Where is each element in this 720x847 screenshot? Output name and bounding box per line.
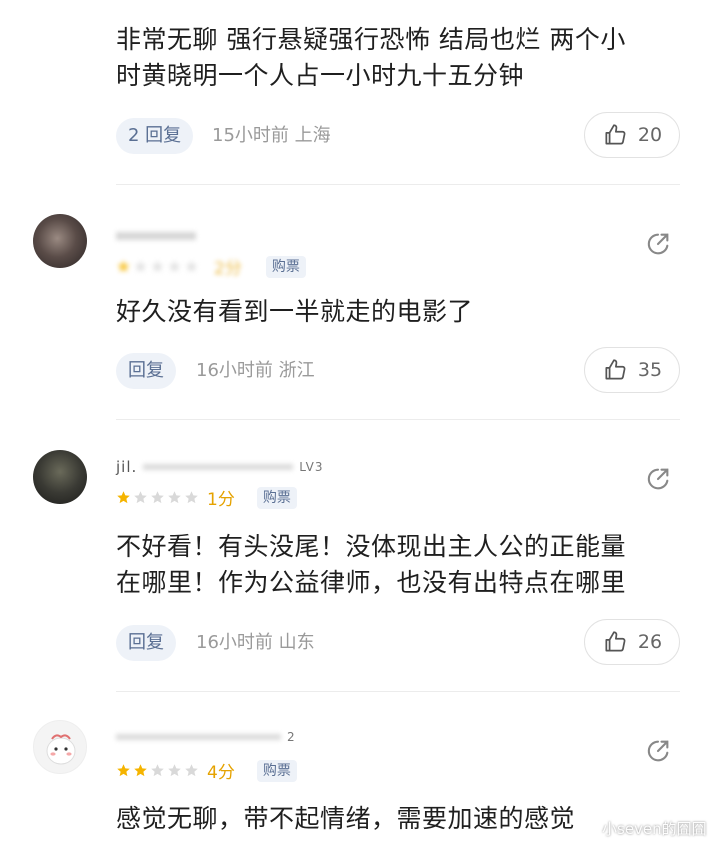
star-icon [151,491,164,504]
username[interactable]: 2 [116,730,296,744]
comment-text: 非常无聊 强行悬疑强行恐怖 结局也烂 两个小 [116,25,626,54]
star-icon [117,491,130,504]
comment-text: 时黄晓明一个人占一小时九十五分钟 [116,61,525,90]
like-button[interactable]: 26 [584,619,680,665]
comment-text: 好久没有看到一半就走的电影了 [116,297,474,326]
star-icon [168,260,181,273]
star-icon [185,491,198,504]
comment-time: 15小时前 上海 [212,125,331,146]
avatar[interactable] [33,450,87,504]
comment-time: 16小时前 山东 [196,632,315,653]
thumbs-up-icon [605,631,626,652]
share-icon[interactable] [644,737,672,765]
username[interactable]: jil. LV3 [116,458,324,476]
username-redacted [116,232,196,240]
avatar[interactable] [33,720,87,774]
divider [116,691,680,692]
reply-button[interactable]: 2 回复 [116,118,194,154]
username-redacted [143,464,294,470]
comment-location: 上海 [294,125,331,146]
level-badge: LV3 [299,460,324,474]
rating-row: 1分 购票 [116,485,297,510]
like-count: 20 [637,124,663,146]
share-icon[interactable] [644,230,672,258]
thumbs-up-icon [605,359,626,380]
purchase-badge: 购票 [256,486,297,509]
comment-text: 在哪里！作为公益律师，也没有出特点在哪里 [116,568,627,597]
star-icon [117,764,130,777]
purchase-badge: 购票 [265,255,306,278]
star-icon [117,260,130,273]
star-icon [168,491,181,504]
purchase-badge: 购票 [256,759,297,782]
rating-score: 2分 [214,259,242,279]
username-text: jil. [116,458,138,476]
avatar[interactable] [33,214,87,268]
thumbs-up-icon [605,124,626,145]
star-icon [151,260,164,273]
like-button[interactable]: 35 [584,347,680,393]
level-badge: 2 [287,730,296,744]
star-icon [185,764,198,777]
comment-text: 感觉无聊，带不起情绪，需要加速的感觉 [116,804,576,833]
star-icon [151,764,164,777]
username-redacted [116,734,281,740]
rating-score: 4分 [207,763,235,783]
comment-time: 16小时前 浙江 [196,360,315,381]
comment-location: 浙江 [278,360,315,381]
star-icon [134,260,147,273]
star-icon [168,764,181,777]
like-count: 35 [637,359,663,381]
star-icon [134,764,147,777]
star-icon [185,260,198,273]
like-button[interactable]: 20 [584,112,680,158]
rating-score: 1分 [207,490,235,510]
star-rating [116,763,199,778]
like-count: 26 [637,631,663,653]
rating-row: 2分 购票 [116,254,306,279]
star-rating [116,490,199,505]
divider [116,184,680,185]
share-icon[interactable] [644,465,672,493]
divider [116,419,680,420]
cartoon-avatar-icon [46,734,76,765]
comment-text: 不好看！有头没尾！没体现出主人公的正能量 [116,532,627,561]
star-rating [116,259,214,274]
rating-row: 4分 购票 [116,758,297,783]
star-icon [134,491,147,504]
reply-button[interactable]: 回复 [116,353,176,389]
reply-button[interactable]: 回复 [116,625,176,661]
watermark: 小seven的囧囧 [602,820,707,838]
comment-location: 山东 [278,632,315,653]
